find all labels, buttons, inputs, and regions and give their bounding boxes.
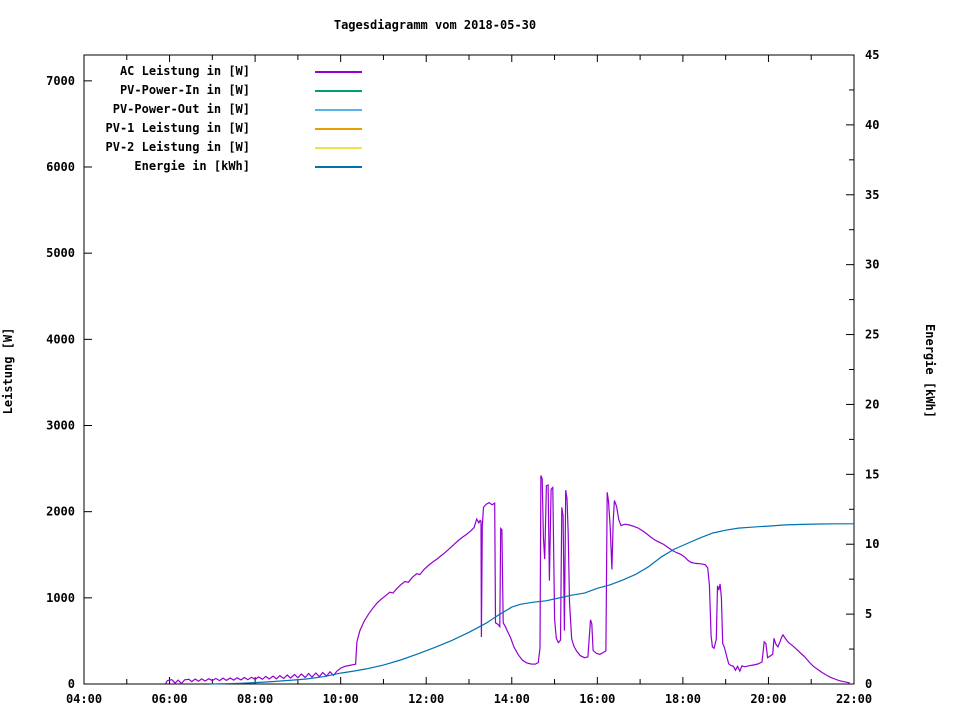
y2-tick-label: 45 bbox=[865, 48, 879, 62]
x-tick-label: 10:00 bbox=[323, 692, 359, 706]
x-tick-label: 16:00 bbox=[579, 692, 615, 706]
y-tick-label: 2000 bbox=[46, 505, 75, 519]
legend-line-sample bbox=[315, 109, 362, 111]
x-tick-label: 18:00 bbox=[665, 692, 701, 706]
legend-line-sample bbox=[315, 90, 362, 92]
y-tick-label: 7000 bbox=[46, 74, 75, 88]
y-tick-label: 3000 bbox=[46, 419, 75, 433]
y-tick-label: 0 bbox=[68, 677, 75, 691]
y2-tick-label: 40 bbox=[865, 118, 879, 132]
y-tick-label: 6000 bbox=[46, 160, 75, 174]
daily-pv-chart: Tagesdiagramm vom 2018-05-30 Leistung [W… bbox=[0, 0, 960, 720]
legend-line-sample bbox=[315, 166, 362, 168]
legend-label: PV-1 Leistung in [W] bbox=[105, 121, 251, 135]
legend-line-sample bbox=[315, 71, 362, 73]
x-tick-label: 08:00 bbox=[237, 692, 273, 706]
y2-tick-label: 30 bbox=[865, 258, 879, 272]
y2-tick-label: 5 bbox=[865, 607, 872, 621]
legend-line-sample bbox=[315, 128, 362, 130]
y-tick-label: 5000 bbox=[46, 246, 75, 260]
legend-line-sample bbox=[315, 147, 362, 149]
legend-label: AC Leistung in [W] bbox=[119, 64, 250, 78]
y2-tick-label: 0 bbox=[865, 677, 872, 691]
x-tick-label: 20:00 bbox=[750, 692, 786, 706]
x-tick-label: 22:00 bbox=[836, 692, 872, 706]
y2-tick-label: 10 bbox=[865, 537, 879, 551]
y2-tick-label: 35 bbox=[865, 188, 879, 202]
y2-tick-label: 20 bbox=[865, 397, 879, 411]
y-tick-label: 1000 bbox=[46, 591, 75, 605]
legend-label: PV-2 Leistung in [W] bbox=[105, 140, 251, 154]
series-line-5 bbox=[210, 523, 854, 685]
legend-label: PV-Power-Out in [W] bbox=[112, 102, 250, 116]
legend-label: PV-Power-In in [W] bbox=[119, 83, 250, 97]
x-tick-label: 12:00 bbox=[408, 692, 444, 706]
legend-label: Energie in [kWh] bbox=[134, 159, 250, 173]
x-tick-label: 04:00 bbox=[66, 692, 102, 706]
x-tick-label: 14:00 bbox=[494, 692, 530, 706]
y2-tick-label: 15 bbox=[865, 467, 879, 481]
series-line-0 bbox=[164, 475, 850, 685]
y2-tick-label: 25 bbox=[865, 328, 879, 342]
x-tick-label: 06:00 bbox=[151, 692, 187, 706]
y-tick-label: 4000 bbox=[46, 332, 75, 346]
